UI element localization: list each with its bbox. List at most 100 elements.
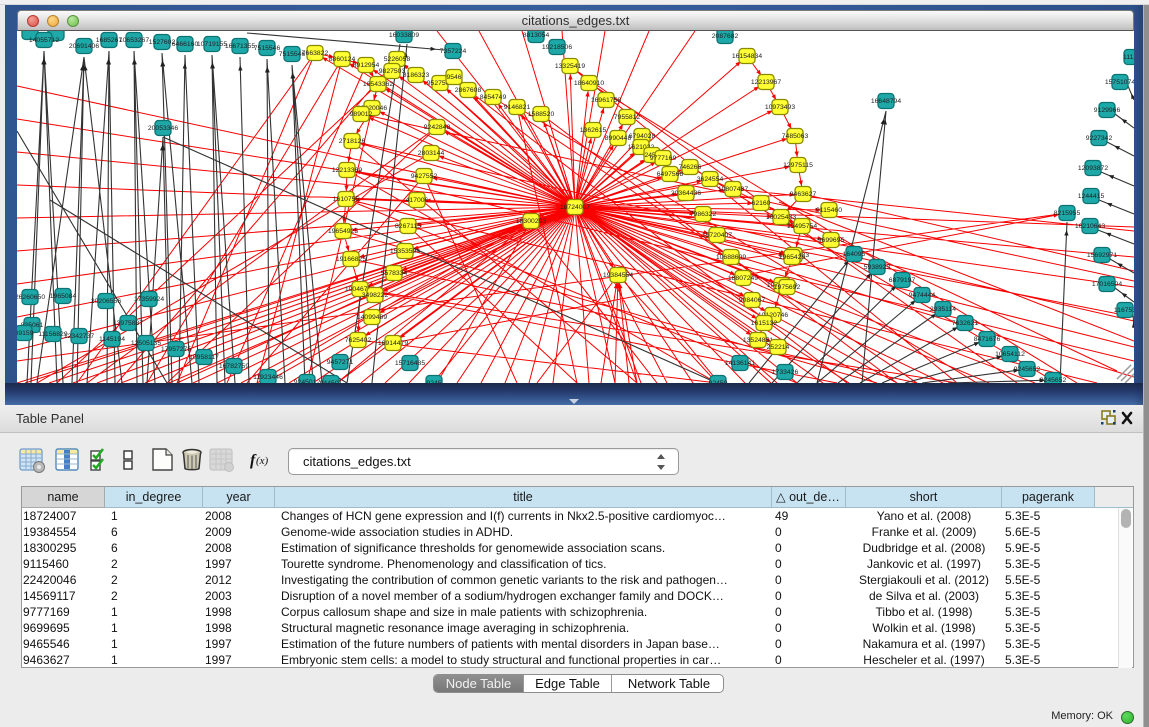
svg-text:15716485: 15716485 <box>395 360 425 367</box>
svg-text:9827503: 9827503 <box>379 68 406 75</box>
svg-text:17016504: 17016504 <box>1092 281 1122 288</box>
svg-text:18640910: 18640910 <box>574 80 604 87</box>
svg-text:16914479: 16914479 <box>378 340 408 347</box>
svg-text:6497568: 6497568 <box>657 171 684 178</box>
svg-text:2867608: 2867608 <box>455 87 482 94</box>
svg-text:5226058: 5226058 <box>384 56 411 63</box>
svg-text:19218506: 19218506 <box>542 44 572 51</box>
svg-text:8471676: 8471676 <box>974 336 1001 343</box>
svg-text:62160: 62160 <box>752 200 771 207</box>
svg-text:9245652: 9245652 <box>1040 377 1067 383</box>
svg-text:1615132: 1615132 <box>751 320 778 327</box>
svg-text:15720407: 15720407 <box>702 232 732 239</box>
svg-text:10688609: 10688609 <box>716 254 746 261</box>
svg-text:16648794: 16648794 <box>871 98 901 105</box>
svg-text:5578334: 5578334 <box>381 270 408 277</box>
svg-text:39159: 39159 <box>17 330 34 337</box>
svg-text:7357224: 7357224 <box>440 48 467 55</box>
svg-text:15751074: 15751074 <box>1105 79 1134 86</box>
svg-text:1965423: 1965423 <box>779 254 806 261</box>
svg-text:9245012: 9245012 <box>294 379 321 383</box>
svg-text:19654925: 19654925 <box>328 228 358 235</box>
svg-text:17359924: 17359924 <box>134 296 164 303</box>
svg-text:252214: 252214 <box>767 344 790 351</box>
svg-text:1975692: 1975692 <box>774 284 801 291</box>
svg-text:12213967: 12213967 <box>751 79 781 86</box>
svg-text:944501: 944501 <box>320 380 343 383</box>
svg-text:7625402: 7625402 <box>345 337 372 344</box>
svg-text:9427552: 9427552 <box>411 173 438 180</box>
svg-text:746266: 746266 <box>679 164 702 171</box>
svg-text:20053346: 20053346 <box>148 125 178 132</box>
svg-text:9457271: 9457271 <box>327 359 354 366</box>
svg-text:18724007: 18724007 <box>560 204 590 211</box>
svg-text:12505135: 12505135 <box>131 340 161 347</box>
svg-text:1610755: 1610755 <box>333 196 360 203</box>
svg-text:8186323: 8186323 <box>403 72 430 79</box>
svg-text:164095: 164095 <box>843 251 866 258</box>
svg-text:14099489: 14099489 <box>357 314 387 321</box>
svg-text:2803144: 2803144 <box>418 150 445 157</box>
svg-text:18807249: 18807249 <box>728 275 758 282</box>
svg-text:16543362: 16543362 <box>363 81 393 88</box>
svg-text:7663822: 7663822 <box>302 50 329 57</box>
svg-text:15353594: 15353594 <box>390 248 420 255</box>
svg-text:26260650: 26260650 <box>17 294 45 301</box>
svg-text:9146821: 9146821 <box>504 104 531 111</box>
svg-text:2087682: 2087682 <box>712 33 739 40</box>
svg-text:9242848: 9242848 <box>424 124 451 131</box>
svg-text:9777169: 9777169 <box>650 155 677 162</box>
svg-text:10025433: 10025433 <box>766 214 796 221</box>
svg-text:19384554: 19384554 <box>603 272 633 279</box>
svg-text:3498222: 3498222 <box>362 292 389 299</box>
svg-text:16210643: 16210643 <box>1075 223 1105 230</box>
svg-text:1145194: 1145194 <box>99 336 125 343</box>
svg-text:12093872: 12093872 <box>1078 165 1108 172</box>
svg-text:9245: 9245 <box>426 380 441 383</box>
svg-text:9084067: 9084067 <box>739 297 766 304</box>
svg-text:2718126: 2718126 <box>339 138 366 145</box>
svg-text:8912954: 8912954 <box>353 62 380 69</box>
svg-text:(x): (x) <box>256 455 269 467</box>
svg-text:6466160: 6466160 <box>172 41 199 48</box>
svg-text:20691406: 20691406 <box>69 43 99 50</box>
svg-text:7485063: 7485063 <box>782 133 809 140</box>
svg-text:13325419: 13325419 <box>555 63 585 70</box>
svg-text:7632621: 7632621 <box>952 320 979 327</box>
svg-text:9227342: 9227342 <box>1086 135 1113 142</box>
svg-text:18300293: 18300293 <box>516 218 546 225</box>
svg-text:15495754: 15495754 <box>787 223 817 230</box>
svg-text:9474444: 9474444 <box>909 292 936 299</box>
svg-text:15692971: 15692971 <box>1087 252 1117 259</box>
svg-text:12213369: 12213369 <box>332 167 362 174</box>
svg-text:2935114: 2935114 <box>930 306 956 313</box>
svg-text:10807487: 10807487 <box>718 186 748 193</box>
svg-text:9245652: 9245652 <box>1014 366 1041 373</box>
svg-text:20206556: 20206556 <box>91 298 121 305</box>
svg-text:16961758: 16961758 <box>591 97 621 104</box>
svg-text:7955812: 7955812 <box>614 114 641 121</box>
svg-text:11121: 11121 <box>1123 54 1134 61</box>
svg-text:16671355: 16671355 <box>225 43 255 50</box>
svg-text:8990448: 8990448 <box>605 135 632 142</box>
svg-text:5938923: 5938923 <box>864 264 891 271</box>
svg-text:6879197: 6879197 <box>889 277 916 284</box>
svg-text:13975887: 13975887 <box>113 320 143 327</box>
svg-text:7515546: 7515546 <box>254 45 281 52</box>
svg-text:14055712: 14055712 <box>29 37 59 44</box>
svg-text:9699695: 9699695 <box>818 237 845 244</box>
svg-text:8267115: 8267115 <box>395 223 421 230</box>
svg-text:10654112: 10654112 <box>995 351 1025 358</box>
svg-text:3624554: 3624554 <box>697 176 724 183</box>
svg-text:10958117: 10958117 <box>189 354 219 361</box>
svg-text:11923446: 11923446 <box>253 374 283 381</box>
svg-text:10973493: 10973493 <box>765 104 795 111</box>
svg-text:16154834: 16154834 <box>732 53 762 60</box>
svg-text:8813054: 8813054 <box>523 32 550 39</box>
svg-text:20364436: 20364436 <box>671 190 701 197</box>
svg-text:7986322: 7986322 <box>690 211 717 218</box>
svg-text:1588520: 1588520 <box>528 111 555 118</box>
svg-text:10719155: 10719155 <box>197 41 227 48</box>
svg-text:13524851: 13524851 <box>743 337 773 344</box>
svg-text:17957275: 17957275 <box>161 346 191 353</box>
